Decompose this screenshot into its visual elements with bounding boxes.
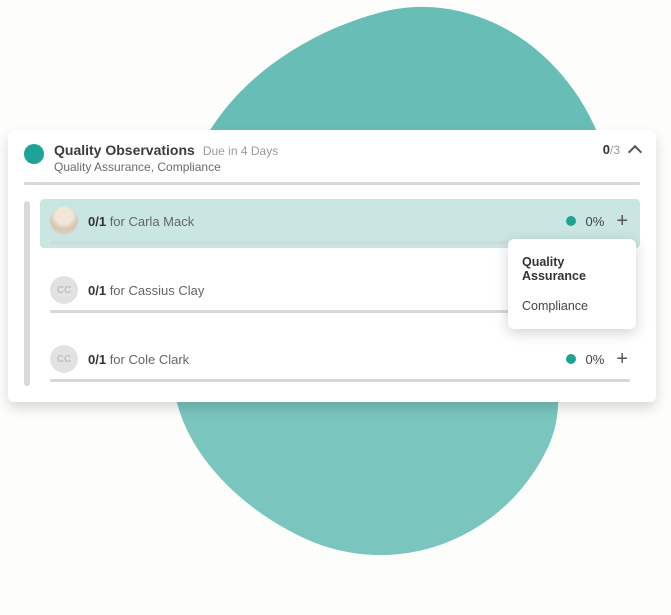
row-for: for — [106, 283, 128, 298]
popover-item-quality-assurance[interactable]: Quality Assurance — [508, 247, 636, 291]
card-header: Quality Observations Due in 4 Days Quali… — [24, 142, 640, 174]
avatar: CC — [50, 345, 78, 373]
left-rail — [24, 201, 30, 386]
chevron-up-icon[interactable] — [628, 144, 642, 158]
card-subtitle: Quality Assurance, Compliance — [54, 160, 593, 174]
avatar — [50, 207, 78, 235]
status-dot-icon — [566, 354, 576, 364]
row-list: 0/1 for Carla Mack 0% + Quality Assuranc… — [40, 199, 640, 386]
observations-card: Quality Observations Due in 4 Days Quali… — [8, 130, 656, 402]
popover-item-compliance[interactable]: Compliance — [508, 291, 636, 321]
rows-container: 0/1 for Carla Mack 0% + Quality Assuranc… — [24, 199, 640, 386]
count-total: /3 — [610, 143, 620, 157]
status-dot-icon — [566, 216, 576, 226]
row-label: 0/1 for Cassius Clay — [88, 283, 204, 298]
row-percent: 0% — [586, 214, 605, 229]
row-progress-bar — [50, 379, 630, 382]
count-done: 0 — [603, 142, 610, 157]
row-count: 0/1 — [88, 214, 106, 229]
add-icon[interactable]: + — [614, 211, 630, 231]
header-count: 0/3 — [603, 142, 620, 157]
row-label: 0/1 for Cole Clark — [88, 352, 189, 367]
header-right: 0/3 — [603, 142, 640, 157]
header-text: Quality Observations Due in 4 Days Quali… — [54, 142, 593, 174]
row-percent: 0% — [586, 352, 605, 367]
row-name: Carla Mack — [128, 214, 194, 229]
row-name: Cassius Clay — [128, 283, 204, 298]
row-count: 0/1 — [88, 352, 106, 367]
row-name: Cole Clark — [128, 352, 189, 367]
add-icon[interactable]: + — [614, 349, 630, 369]
category-popover: Quality Assurance Compliance — [508, 239, 636, 329]
row-label: 0/1 for Carla Mack — [88, 214, 194, 229]
avatar: CC — [50, 276, 78, 304]
observation-row[interactable]: CC 0/1 for Cole Clark 0% + — [40, 337, 640, 386]
observation-row[interactable]: 0/1 for Carla Mack 0% + Quality Assuranc… — [40, 199, 640, 248]
row-count: 0/1 — [88, 283, 106, 298]
row-for: for — [106, 214, 128, 229]
row-for: for — [106, 352, 128, 367]
header-progress-bar — [24, 182, 640, 185]
category-dot-icon — [24, 144, 44, 164]
card-title: Quality Observations — [54, 142, 195, 158]
due-label: Due in 4 Days — [203, 144, 278, 158]
